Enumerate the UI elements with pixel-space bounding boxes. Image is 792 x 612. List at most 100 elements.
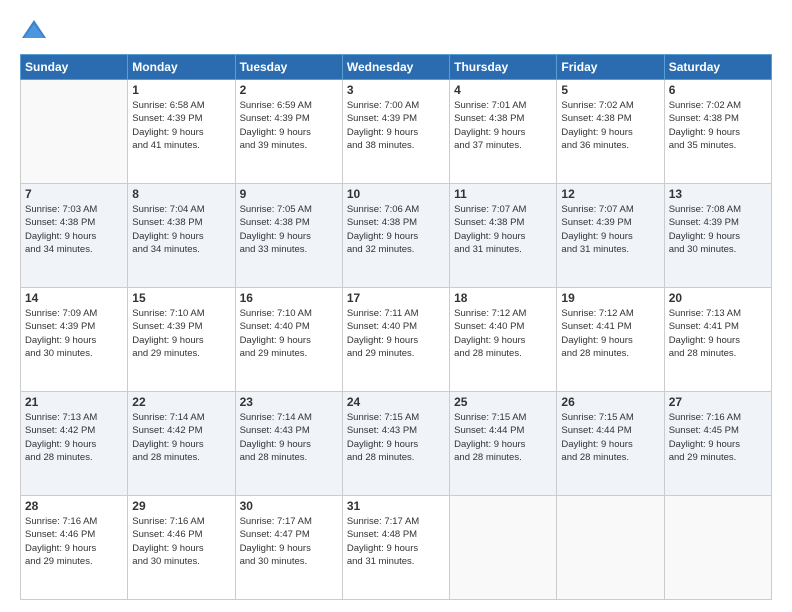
day-number: 3: [347, 83, 445, 97]
day-info: Sunrise: 7:10 AM Sunset: 4:40 PM Dayligh…: [240, 307, 338, 360]
day-info: Sunrise: 7:15 AM Sunset: 4:44 PM Dayligh…: [561, 411, 659, 464]
day-number: 20: [669, 291, 767, 305]
weekday-header: Wednesday: [342, 55, 449, 80]
calendar-day-cell: 25 Sunrise: 7:15 AM Sunset: 4:44 PM Dayli…: [450, 392, 557, 496]
weekday-header: Friday: [557, 55, 664, 80]
calendar-day-cell: 3 Sunrise: 7:00 AM Sunset: 4:39 PM Daylig…: [342, 80, 449, 184]
calendar-table: SundayMondayTuesdayWednesdayThursdayFrid…: [20, 54, 772, 600]
day-info: Sunrise: 7:02 AM Sunset: 4:38 PM Dayligh…: [561, 99, 659, 152]
calendar-week-row: 7 Sunrise: 7:03 AM Sunset: 4:38 PM Daylig…: [21, 184, 772, 288]
calendar-day-cell: 19 Sunrise: 7:12 AM Sunset: 4:41 PM Dayli…: [557, 288, 664, 392]
day-number: 15: [132, 291, 230, 305]
calendar-week-row: 14 Sunrise: 7:09 AM Sunset: 4:39 PM Dayli…: [21, 288, 772, 392]
calendar-day-cell: 5 Sunrise: 7:02 AM Sunset: 4:38 PM Daylig…: [557, 80, 664, 184]
day-info: Sunrise: 7:11 AM Sunset: 4:40 PM Dayligh…: [347, 307, 445, 360]
calendar-empty-cell: [664, 496, 771, 600]
calendar-day-cell: 21 Sunrise: 7:13 AM Sunset: 4:42 PM Dayli…: [21, 392, 128, 496]
day-info: Sunrise: 7:16 AM Sunset: 4:46 PM Dayligh…: [25, 515, 123, 568]
day-number: 31: [347, 499, 445, 513]
day-number: 5: [561, 83, 659, 97]
day-info: Sunrise: 7:08 AM Sunset: 4:39 PM Dayligh…: [669, 203, 767, 256]
calendar-day-cell: 6 Sunrise: 7:02 AM Sunset: 4:38 PM Daylig…: [664, 80, 771, 184]
day-info: Sunrise: 6:58 AM Sunset: 4:39 PM Dayligh…: [132, 99, 230, 152]
calendar-day-cell: 26 Sunrise: 7:15 AM Sunset: 4:44 PM Dayli…: [557, 392, 664, 496]
calendar-day-cell: 16 Sunrise: 7:10 AM Sunset: 4:40 PM Dayli…: [235, 288, 342, 392]
calendar-day-cell: 10Sunrise: 7:06 AM Sunset: 4:38 PM Dayli…: [342, 184, 449, 288]
day-info: Sunrise: 6:59 AM Sunset: 4:39 PM Dayligh…: [240, 99, 338, 152]
day-number: 16: [240, 291, 338, 305]
calendar-day-cell: 9Sunrise: 7:05 AM Sunset: 4:38 PM Daylig…: [235, 184, 342, 288]
day-number: 22: [132, 395, 230, 409]
day-number: 24: [347, 395, 445, 409]
day-info: Sunrise: 7:09 AM Sunset: 4:39 PM Dayligh…: [25, 307, 123, 360]
day-number: 29: [132, 499, 230, 513]
day-info: Sunrise: 7:03 AM Sunset: 4:38 PM Dayligh…: [25, 203, 123, 256]
calendar-day-cell: 1Sunrise: 6:58 AM Sunset: 4:39 PM Daylig…: [128, 80, 235, 184]
day-number: 11: [454, 187, 552, 201]
day-number: 18: [454, 291, 552, 305]
logo-icon: [20, 16, 48, 44]
header: [20, 16, 772, 44]
day-number: 2: [240, 83, 338, 97]
calendar-day-cell: 27Sunrise: 7:16 AM Sunset: 4:45 PM Dayli…: [664, 392, 771, 496]
logo: [20, 16, 52, 44]
day-number: 8: [132, 187, 230, 201]
weekday-header: Sunday: [21, 55, 128, 80]
weekday-header: Saturday: [664, 55, 771, 80]
calendar-day-cell: 23 Sunrise: 7:14 AM Sunset: 4:43 PM Dayli…: [235, 392, 342, 496]
day-number: 12: [561, 187, 659, 201]
day-number: 7: [25, 187, 123, 201]
day-info: Sunrise: 7:01 AM Sunset: 4:38 PM Dayligh…: [454, 99, 552, 152]
calendar-week-row: 21 Sunrise: 7:13 AM Sunset: 4:42 PM Dayli…: [21, 392, 772, 496]
calendar-week-row: 1Sunrise: 6:58 AM Sunset: 4:39 PM Daylig…: [21, 80, 772, 184]
day-info: Sunrise: 7:12 AM Sunset: 4:40 PM Dayligh…: [454, 307, 552, 360]
calendar-day-cell: 22 Sunrise: 7:14 AM Sunset: 4:42 PM Dayli…: [128, 392, 235, 496]
calendar-week-row: 28 Sunrise: 7:16 AM Sunset: 4:46 PM Dayli…: [21, 496, 772, 600]
calendar-day-cell: 29Sunrise: 7:16 AM Sunset: 4:46 PM Dayli…: [128, 496, 235, 600]
day-number: 28: [25, 499, 123, 513]
day-number: 30: [240, 499, 338, 513]
day-info: Sunrise: 7:07 AM Sunset: 4:38 PM Dayligh…: [454, 203, 552, 256]
day-info: Sunrise: 7:17 AM Sunset: 4:47 PM Dayligh…: [240, 515, 338, 568]
calendar-day-cell: 14 Sunrise: 7:09 AM Sunset: 4:39 PM Dayli…: [21, 288, 128, 392]
day-info: Sunrise: 7:05 AM Sunset: 4:38 PM Dayligh…: [240, 203, 338, 256]
day-info: Sunrise: 7:17 AM Sunset: 4:48 PM Dayligh…: [347, 515, 445, 568]
calendar-day-cell: 2 Sunrise: 6:59 AM Sunset: 4:39 PM Daylig…: [235, 80, 342, 184]
day-info: Sunrise: 7:02 AM Sunset: 4:38 PM Dayligh…: [669, 99, 767, 152]
calendar-day-cell: 8Sunrise: 7:04 AM Sunset: 4:38 PM Daylig…: [128, 184, 235, 288]
day-number: 26: [561, 395, 659, 409]
calendar-day-cell: 17 Sunrise: 7:11 AM Sunset: 4:40 PM Dayli…: [342, 288, 449, 392]
day-info: Sunrise: 7:14 AM Sunset: 4:42 PM Dayligh…: [132, 411, 230, 464]
calendar-day-cell: 7 Sunrise: 7:03 AM Sunset: 4:38 PM Daylig…: [21, 184, 128, 288]
day-info: Sunrise: 7:00 AM Sunset: 4:39 PM Dayligh…: [347, 99, 445, 152]
day-info: Sunrise: 7:12 AM Sunset: 4:41 PM Dayligh…: [561, 307, 659, 360]
calendar-day-cell: 24 Sunrise: 7:15 AM Sunset: 4:43 PM Dayli…: [342, 392, 449, 496]
day-number: 14: [25, 291, 123, 305]
calendar-day-cell: 11 Sunrise: 7:07 AM Sunset: 4:38 PM Dayli…: [450, 184, 557, 288]
day-info: Sunrise: 7:15 AM Sunset: 4:43 PM Dayligh…: [347, 411, 445, 464]
day-number: 23: [240, 395, 338, 409]
weekday-header: Thursday: [450, 55, 557, 80]
day-info: Sunrise: 7:14 AM Sunset: 4:43 PM Dayligh…: [240, 411, 338, 464]
day-number: 13: [669, 187, 767, 201]
day-info: Sunrise: 7:15 AM Sunset: 4:44 PM Dayligh…: [454, 411, 552, 464]
day-info: Sunrise: 7:10 AM Sunset: 4:39 PM Dayligh…: [132, 307, 230, 360]
calendar-header-row: SundayMondayTuesdayWednesdayThursdayFrid…: [21, 55, 772, 80]
day-number: 19: [561, 291, 659, 305]
calendar-day-cell: 31 Sunrise: 7:17 AM Sunset: 4:48 PM Dayli…: [342, 496, 449, 600]
calendar-day-cell: 28 Sunrise: 7:16 AM Sunset: 4:46 PM Dayli…: [21, 496, 128, 600]
day-number: 21: [25, 395, 123, 409]
calendar-day-cell: 13 Sunrise: 7:08 AM Sunset: 4:39 PM Dayli…: [664, 184, 771, 288]
calendar-day-cell: 12Sunrise: 7:07 AM Sunset: 4:39 PM Dayli…: [557, 184, 664, 288]
calendar-day-cell: 15 Sunrise: 7:10 AM Sunset: 4:39 PM Dayli…: [128, 288, 235, 392]
day-number: 10: [347, 187, 445, 201]
day-info: Sunrise: 7:13 AM Sunset: 4:42 PM Dayligh…: [25, 411, 123, 464]
calendar-day-cell: 30 Sunrise: 7:17 AM Sunset: 4:47 PM Dayli…: [235, 496, 342, 600]
day-number: 25: [454, 395, 552, 409]
day-number: 4: [454, 83, 552, 97]
calendar-empty-cell: [21, 80, 128, 184]
page: SundayMondayTuesdayWednesdayThursdayFrid…: [0, 0, 792, 612]
day-number: 17: [347, 291, 445, 305]
day-number: 6: [669, 83, 767, 97]
day-number: 27: [669, 395, 767, 409]
